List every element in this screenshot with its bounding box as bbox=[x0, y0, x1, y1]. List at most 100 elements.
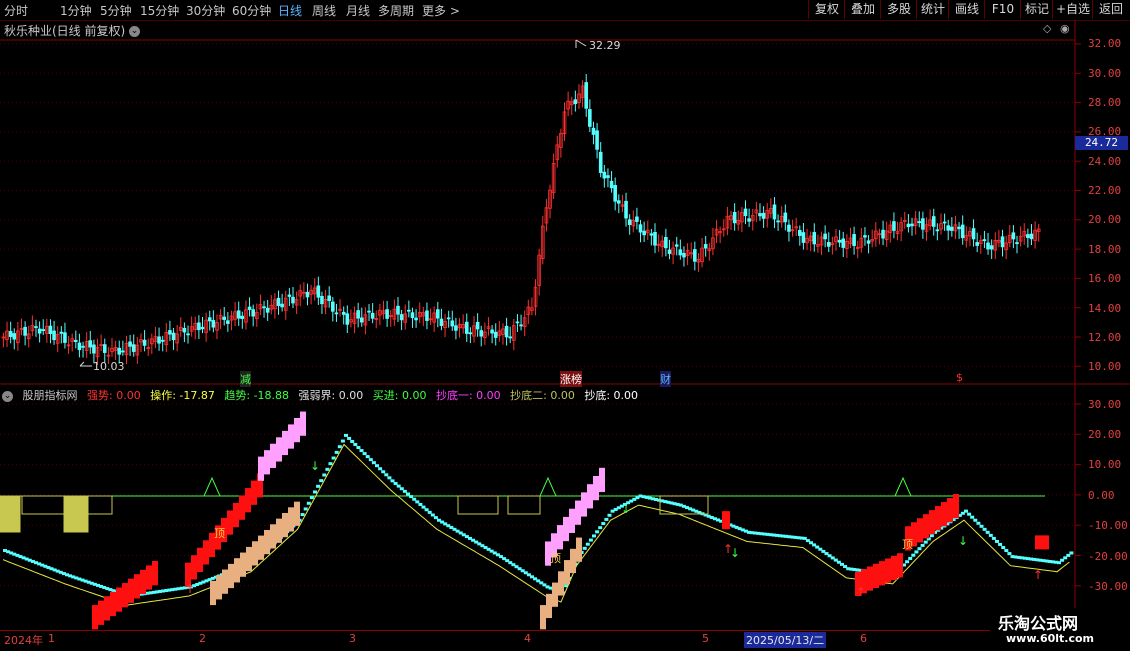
candle-body bbox=[37, 328, 42, 334]
strong-block bbox=[879, 561, 885, 586]
trend-step bbox=[396, 484, 401, 488]
candle-body bbox=[182, 327, 187, 333]
indicator-plot bbox=[0, 411, 1074, 630]
bottom-box bbox=[87, 495, 113, 515]
candle-body bbox=[247, 306, 252, 310]
dollar-marker[interactable]: $ bbox=[956, 371, 963, 384]
candle-body bbox=[609, 180, 614, 189]
watermark-title: 乐淘公式网 bbox=[998, 614, 1079, 633]
trend-step bbox=[309, 496, 314, 500]
bottom-one-block bbox=[300, 411, 306, 436]
chevron-down-icon[interactable]: ⌄ bbox=[2, 390, 13, 402]
candle-body bbox=[982, 239, 987, 242]
candle-body bbox=[407, 309, 411, 312]
candle-body bbox=[837, 239, 842, 243]
candle-body bbox=[236, 310, 241, 319]
trend-step bbox=[347, 436, 352, 440]
candle-body bbox=[863, 235, 867, 238]
candle-body bbox=[280, 303, 284, 308]
bottom-box bbox=[63, 495, 89, 533]
candle-body bbox=[703, 244, 708, 249]
trend-step bbox=[585, 542, 590, 546]
trend-step bbox=[582, 546, 587, 550]
trend-step bbox=[340, 439, 345, 443]
strong-block bbox=[722, 511, 730, 530]
bottom-one-block bbox=[288, 424, 294, 449]
candle-body bbox=[1029, 233, 1034, 240]
trend-step bbox=[427, 510, 432, 514]
strong-block bbox=[239, 495, 245, 520]
candle-body bbox=[341, 311, 346, 315]
trend-step bbox=[306, 501, 311, 505]
candle-body bbox=[783, 212, 788, 223]
bottom-two-block bbox=[558, 571, 564, 596]
strong-block bbox=[941, 502, 947, 527]
buy-arrow-icon: ↑ bbox=[185, 582, 195, 596]
candle-body bbox=[121, 350, 125, 353]
candle-body bbox=[931, 216, 936, 227]
indicator-field-buy: 买进: 0.00 bbox=[372, 389, 427, 402]
trend-step bbox=[598, 526, 603, 530]
candle-body bbox=[989, 245, 994, 250]
indicator-tick: -20.00 bbox=[1088, 550, 1128, 563]
candle-body bbox=[776, 220, 780, 223]
trend-step bbox=[322, 473, 327, 477]
candle-body bbox=[327, 295, 331, 302]
trend-step bbox=[406, 492, 410, 496]
trend-step bbox=[328, 462, 333, 466]
candle-body bbox=[624, 200, 628, 219]
candle-body bbox=[359, 317, 364, 323]
candle-body bbox=[798, 230, 802, 236]
candle-body bbox=[1011, 232, 1016, 240]
candle-body bbox=[649, 233, 654, 236]
top-gainers-marker[interactable]: 涨榜 bbox=[560, 371, 582, 387]
trend-step bbox=[985, 530, 990, 534]
strong-block bbox=[152, 561, 158, 586]
candle-body bbox=[960, 224, 965, 239]
chart-canvas: ↑↑↑↑↓↓↓↓顶顶顶 bbox=[0, 20, 1130, 650]
buy-triangle-icon bbox=[894, 476, 912, 497]
bottom-one-block bbox=[599, 467, 605, 493]
candle-body bbox=[1015, 242, 1019, 244]
candle-body bbox=[917, 221, 922, 223]
indicator-field-bottom2: 抄底二: 0.00 bbox=[510, 389, 575, 402]
sell-arrow-icon: ↓ bbox=[958, 534, 968, 548]
candle-body bbox=[743, 208, 748, 217]
candle-body bbox=[761, 212, 766, 219]
trend-step bbox=[415, 500, 420, 504]
candle-body bbox=[8, 331, 13, 337]
trend-step bbox=[973, 518, 978, 522]
finance-marker[interactable]: 财 bbox=[660, 371, 671, 387]
bottom-two-block bbox=[564, 560, 570, 585]
bottom-one-block bbox=[264, 450, 270, 475]
strong-block bbox=[917, 518, 923, 543]
bottom-two-block bbox=[540, 605, 546, 630]
candle-body bbox=[986, 242, 990, 250]
candle-body bbox=[866, 240, 871, 244]
candle-body bbox=[316, 285, 321, 298]
candle-body bbox=[385, 309, 389, 319]
candle-body bbox=[88, 340, 93, 348]
candle-body bbox=[454, 325, 458, 331]
candle-body bbox=[435, 309, 440, 319]
trend-step bbox=[325, 467, 330, 471]
trend-step bbox=[362, 452, 367, 456]
trend-step bbox=[604, 517, 609, 521]
candle-body bbox=[414, 317, 418, 321]
price-tick: 28.00 bbox=[1088, 96, 1122, 109]
trend-step bbox=[375, 464, 379, 468]
price-tick: 10.00 bbox=[1088, 360, 1122, 373]
candle-body bbox=[367, 310, 371, 313]
reduce-marker[interactable]: 减 bbox=[240, 371, 251, 387]
strong-block bbox=[929, 510, 935, 535]
strong-block bbox=[885, 558, 891, 583]
price-tick: 20.00 bbox=[1088, 213, 1122, 226]
trend-step bbox=[1007, 552, 1012, 556]
candle-body bbox=[334, 312, 339, 315]
low-pointer bbox=[79, 361, 92, 367]
candle-body bbox=[446, 317, 451, 320]
date-label: 4 bbox=[524, 632, 531, 645]
date-label: 3 bbox=[349, 632, 356, 645]
trend-step bbox=[350, 439, 355, 443]
indicator-tick: 30.00 bbox=[1088, 398, 1122, 411]
